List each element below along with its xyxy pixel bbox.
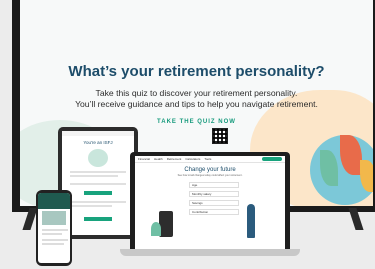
laptop-page-text: See how small changes today could affect… — [177, 174, 243, 177]
tablet-screen: You're an ISFJ — [62, 131, 134, 235]
laptop-page-title: Change your future — [184, 167, 236, 173]
tablet-text-line — [70, 205, 112, 207]
phone-text-line — [42, 239, 68, 241]
tablet-nav — [62, 131, 134, 136]
plant-illustration — [151, 222, 161, 236]
phone-screen — [38, 193, 70, 263]
calculator-illustration — [159, 211, 173, 237]
form-field[interactable]: Monthly salary — [189, 191, 239, 197]
laptop-base — [120, 249, 300, 256]
subtitle-line-2: You’ll receive guidance and tips to help… — [75, 99, 318, 109]
nav-item[interactable]: Tools — [204, 157, 211, 161]
form-field[interactable]: Savings — [189, 200, 239, 206]
phone-image — [42, 211, 66, 225]
laptop-nav: Financial Health Retirement Calculators … — [135, 156, 285, 163]
tablet-text-line — [70, 183, 126, 185]
phone-text-line — [42, 233, 62, 235]
laptop-bezel: Financial Health Retirement Calculators … — [130, 152, 290, 250]
nav-cta-button[interactable] — [262, 157, 282, 161]
form-field[interactable]: Age — [189, 182, 239, 188]
form-field[interactable]: Contribution — [189, 209, 239, 215]
nav-item[interactable]: Retirement — [167, 157, 182, 161]
subtitle-line-1: Take this quiz to discover your retireme… — [95, 88, 298, 98]
tablet-text-line — [70, 175, 118, 177]
laptop-device: Financial Health Retirement Calculators … — [120, 152, 300, 257]
tablet-text-line — [70, 171, 126, 173]
tablet-title: You're an ISFJ — [83, 140, 113, 145]
take-quiz-link[interactable]: TAKE THE QUIZ NOW — [20, 119, 373, 125]
page-title: What’s your retirement personality? — [68, 63, 325, 80]
tablet-illustration — [88, 149, 108, 167]
person-illustration — [247, 204, 255, 238]
tablet-button[interactable] — [84, 217, 112, 221]
qr-code[interactable] — [212, 128, 228, 144]
phone-device — [36, 190, 72, 266]
laptop-screen: Financial Health Retirement Calculators … — [135, 156, 285, 250]
nav-item[interactable]: Financial — [138, 157, 150, 161]
calculator-form: Age Monthly salary Savings Contribution — [189, 182, 239, 240]
phone-text-line — [42, 243, 64, 245]
phone-text-line — [42, 229, 68, 231]
phone-header — [38, 193, 70, 209]
nav-item[interactable]: Health — [154, 157, 163, 161]
tablet-text-line — [70, 201, 126, 203]
nav-item[interactable]: Calculators — [185, 157, 200, 161]
tablet-button[interactable] — [84, 191, 112, 195]
